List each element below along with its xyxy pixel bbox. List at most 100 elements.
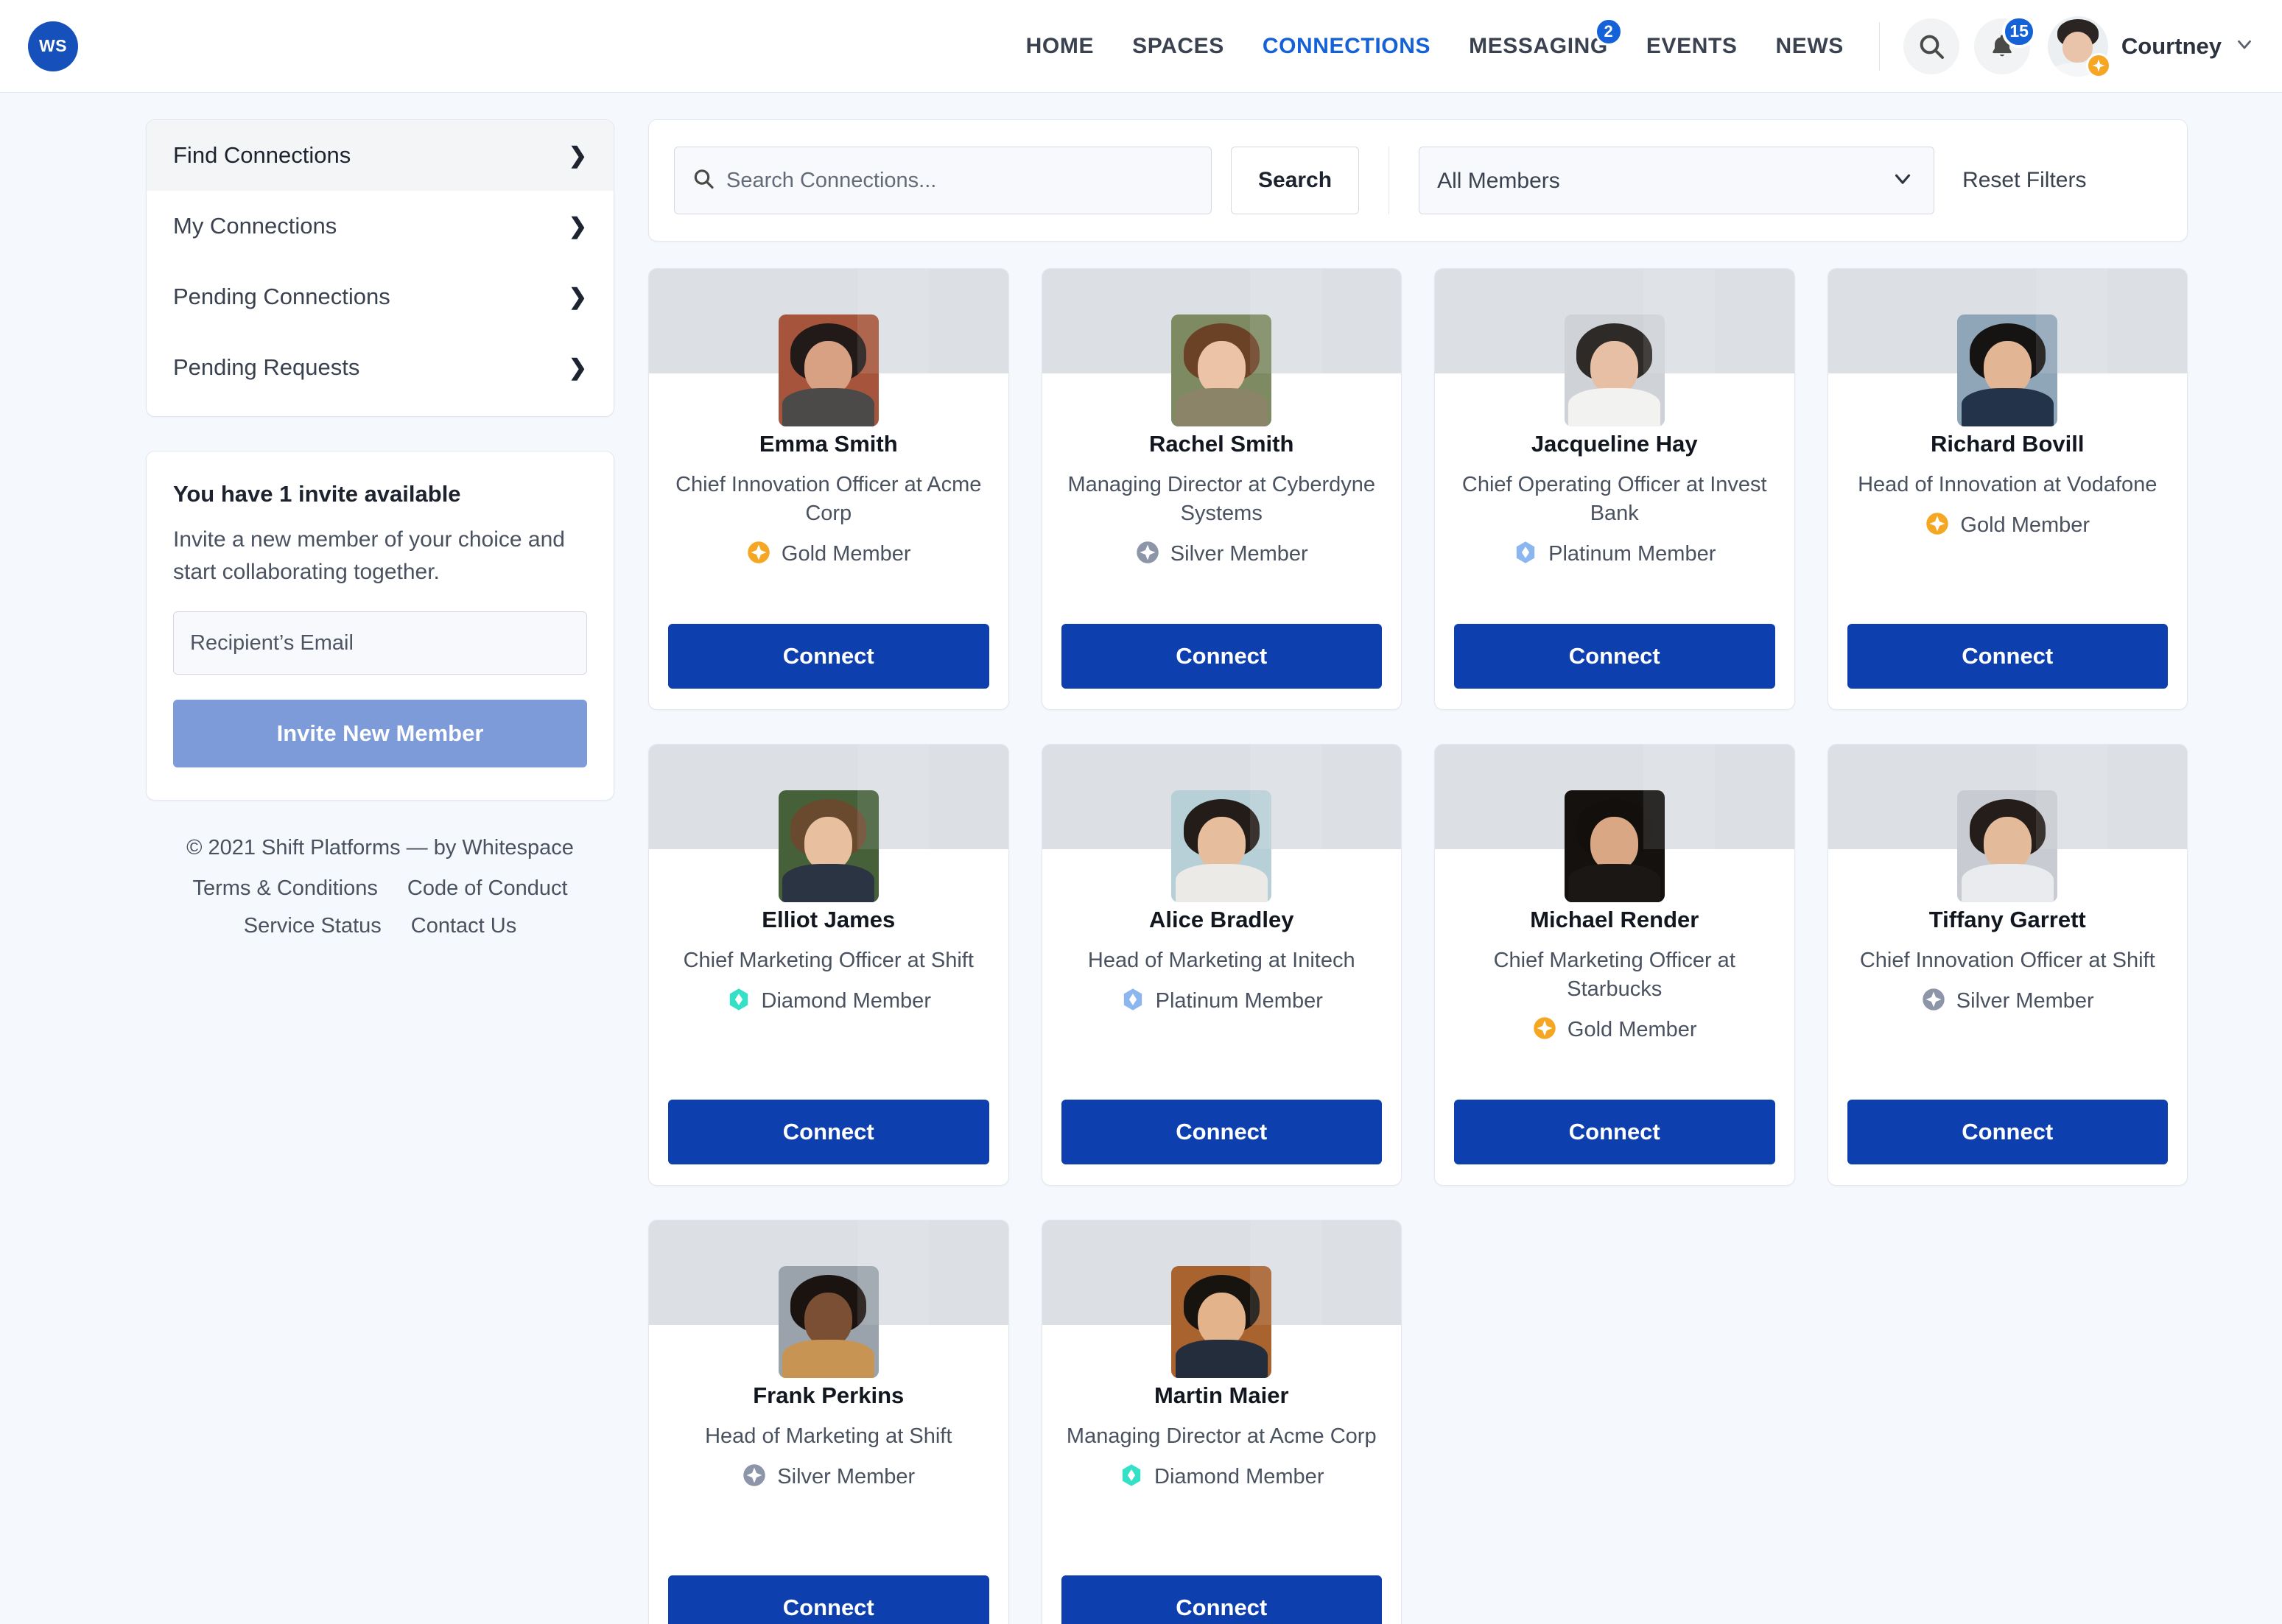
card-banner	[1042, 745, 1401, 902]
main-content: Search All MembersGold MemberSilver Memb…	[648, 119, 2188, 1624]
sidebar-item-pending-requests[interactable]: Pending Requests ❯	[147, 332, 614, 403]
search-icon-button[interactable]	[1903, 18, 1959, 74]
member-tier-label: Silver Member	[1956, 989, 2094, 1013]
chevron-right-icon: ❯	[568, 143, 587, 168]
notifications-button[interactable]: 15	[1973, 15, 2036, 74]
nav-item-spaces[interactable]: SPACES	[1113, 34, 1243, 59]
chevron-right-icon: ❯	[568, 284, 587, 309]
member-title: Head of Marketing at Initech	[1087, 949, 1355, 972]
invite-heading: You have 1 invite available	[173, 481, 461, 507]
member-tier-label: Gold Member	[1960, 513, 2090, 538]
diamond-member-badge-icon	[726, 987, 751, 1016]
member-tier-label: Platinum Member	[1155, 989, 1323, 1013]
recipient-email-field[interactable]	[173, 611, 587, 675]
member-card: Emma Smith Chief Innovation Officer at Ac…	[648, 268, 1009, 710]
member-name: Elliot James	[762, 907, 896, 932]
search-button[interactable]: Search	[1231, 147, 1360, 214]
nav-item-connections[interactable]: CONNECTIONS	[1243, 34, 1450, 59]
profile-menu[interactable]: Courtney	[2047, 15, 2255, 78]
member-title: Chief Innovation Officer at Shift	[1859, 949, 2155, 972]
connect-button[interactable]: Connect	[1847, 624, 2168, 689]
member-tier-label: Gold Member	[1567, 1018, 1697, 1042]
photo-torso	[1961, 864, 2054, 902]
member-title: Chief Marketing Officer at Shift	[683, 949, 974, 972]
member-photo	[1171, 314, 1272, 426]
diamond-member-badge-icon	[1119, 1463, 1144, 1491]
search-field-wrap	[674, 147, 1212, 214]
member-name: Tiffany Garrett	[1928, 907, 2086, 932]
connect-button[interactable]: Connect	[668, 624, 989, 689]
connect-button[interactable]: Connect	[1454, 624, 1775, 689]
member-title: Head of Marketing at Shift	[705, 1424, 952, 1448]
nav-item-events[interactable]: EVENTS	[1627, 34, 1757, 59]
platinum-member-badge-icon	[1513, 540, 1538, 569]
member-name: Richard Bovill	[1931, 431, 2085, 457]
member-tier: Diamond Member	[726, 987, 931, 1016]
member-title: Chief Marketing Officer at Starbucks	[1493, 949, 1735, 1002]
connect-button[interactable]: Connect	[1454, 1100, 1775, 1164]
search-icon	[692, 167, 715, 194]
connect-button[interactable]: Connect	[1061, 624, 1382, 689]
connect-button[interactable]: Connect	[1061, 1100, 1382, 1164]
card-banner	[649, 745, 1008, 902]
member-card-footer: Connect	[649, 1575, 1008, 1624]
nav-item-label: CONNECTIONS	[1262, 33, 1431, 58]
member-photo	[1957, 314, 2058, 426]
connect-button[interactable]: Connect	[1061, 1575, 1382, 1624]
photo-torso	[782, 1340, 875, 1378]
card-banner	[1042, 1220, 1401, 1378]
photo-face	[804, 1293, 853, 1347]
footer-link-service-status[interactable]: Service Status	[244, 914, 382, 938]
member-photo	[778, 1266, 879, 1378]
card-banner	[1828, 745, 2187, 902]
main-nav: HOME SPACES CONNECTIONS MESSAGING 2 EVENTS NEW…	[1007, 15, 2282, 78]
member-name: Emma Smith	[759, 431, 898, 457]
nav-item-label: HOME	[1025, 33, 1095, 58]
member-title: Head of Innovation at Vodafone	[1858, 473, 2158, 496]
member-photo	[1564, 790, 1665, 902]
member-photo	[1564, 314, 1665, 426]
member-tier-label: Diamond Member	[761, 989, 931, 1013]
member-card-footer: Connect	[1042, 624, 1402, 709]
member-card: Richard Bovill Head of Innovation at Voda…	[1827, 268, 2188, 710]
connect-button[interactable]: Connect	[1847, 1100, 2168, 1164]
member-photo	[778, 314, 879, 426]
sidebar-item-my-connections[interactable]: My Connections ❯	[147, 191, 614, 261]
photo-face	[804, 817, 853, 871]
profile-tier-badge-icon	[2085, 52, 2111, 78]
photo-face	[1983, 341, 2032, 396]
sidebar-item-find-connections[interactable]: Find Connections ❯	[147, 120, 614, 191]
nav-item-news[interactable]: NEWS	[1757, 34, 1863, 59]
footer-link-terms-conditions[interactable]: Terms & Conditions	[192, 876, 377, 901]
photo-torso	[782, 388, 875, 426]
nav-item-home[interactable]: HOME	[1007, 34, 1113, 59]
photo-face	[1197, 1293, 1246, 1347]
sidebar-item-pending-connections[interactable]: Pending Connections ❯	[147, 261, 614, 332]
photo-face	[1590, 341, 1639, 396]
chevron-right-icon: ❯	[568, 214, 587, 239]
connections-nav-panel: Find Connections ❯ My Connections ❯ Pending …	[146, 119, 614, 417]
member-card-grid: Emma Smith Chief Innovation Officer at Ac…	[648, 268, 2188, 1624]
member-filter-select[interactable]: All MembersGold MemberSilver MemberPlati…	[1419, 147, 1935, 214]
brand-logo[interactable]: WS	[28, 21, 78, 71]
sidebar-item-label: Pending Connections	[173, 284, 390, 309]
footer-link-contact-us[interactable]: Contact Us	[411, 914, 516, 938]
footer-links-row-2: Service Status Contact Us	[146, 914, 614, 938]
member-card-footer: Connect	[649, 624, 1008, 709]
member-card: Frank Perkins Head of Marketing at Shift S…	[648, 1220, 1009, 1624]
connect-button[interactable]: Connect	[668, 1575, 989, 1624]
member-photo	[1171, 1266, 1272, 1378]
photo-torso	[1568, 864, 1661, 902]
search-filter-toolbar: Search All MembersGold MemberSilver Memb…	[648, 119, 2188, 242]
connect-button[interactable]: Connect	[668, 1100, 989, 1164]
photo-torso	[1175, 864, 1268, 902]
invite-new-member-button[interactable]: Invite New Member	[173, 700, 587, 767]
member-card-footer: Connect	[1042, 1575, 1402, 1624]
footer-link-code-of-conduct[interactable]: Code of Conduct	[407, 876, 568, 901]
photo-face	[1590, 817, 1639, 871]
nav-item-messaging[interactable]: MESSAGING 2	[1450, 17, 1627, 59]
reset-filters-button[interactable]: Reset Filters	[1962, 168, 2086, 193]
member-card: Jacqueline Hay Chief Operating Officer at…	[1434, 268, 1795, 710]
search-input[interactable]	[674, 147, 1212, 214]
member-title: Chief Operating Officer at Invest Bank	[1461, 473, 1767, 526]
